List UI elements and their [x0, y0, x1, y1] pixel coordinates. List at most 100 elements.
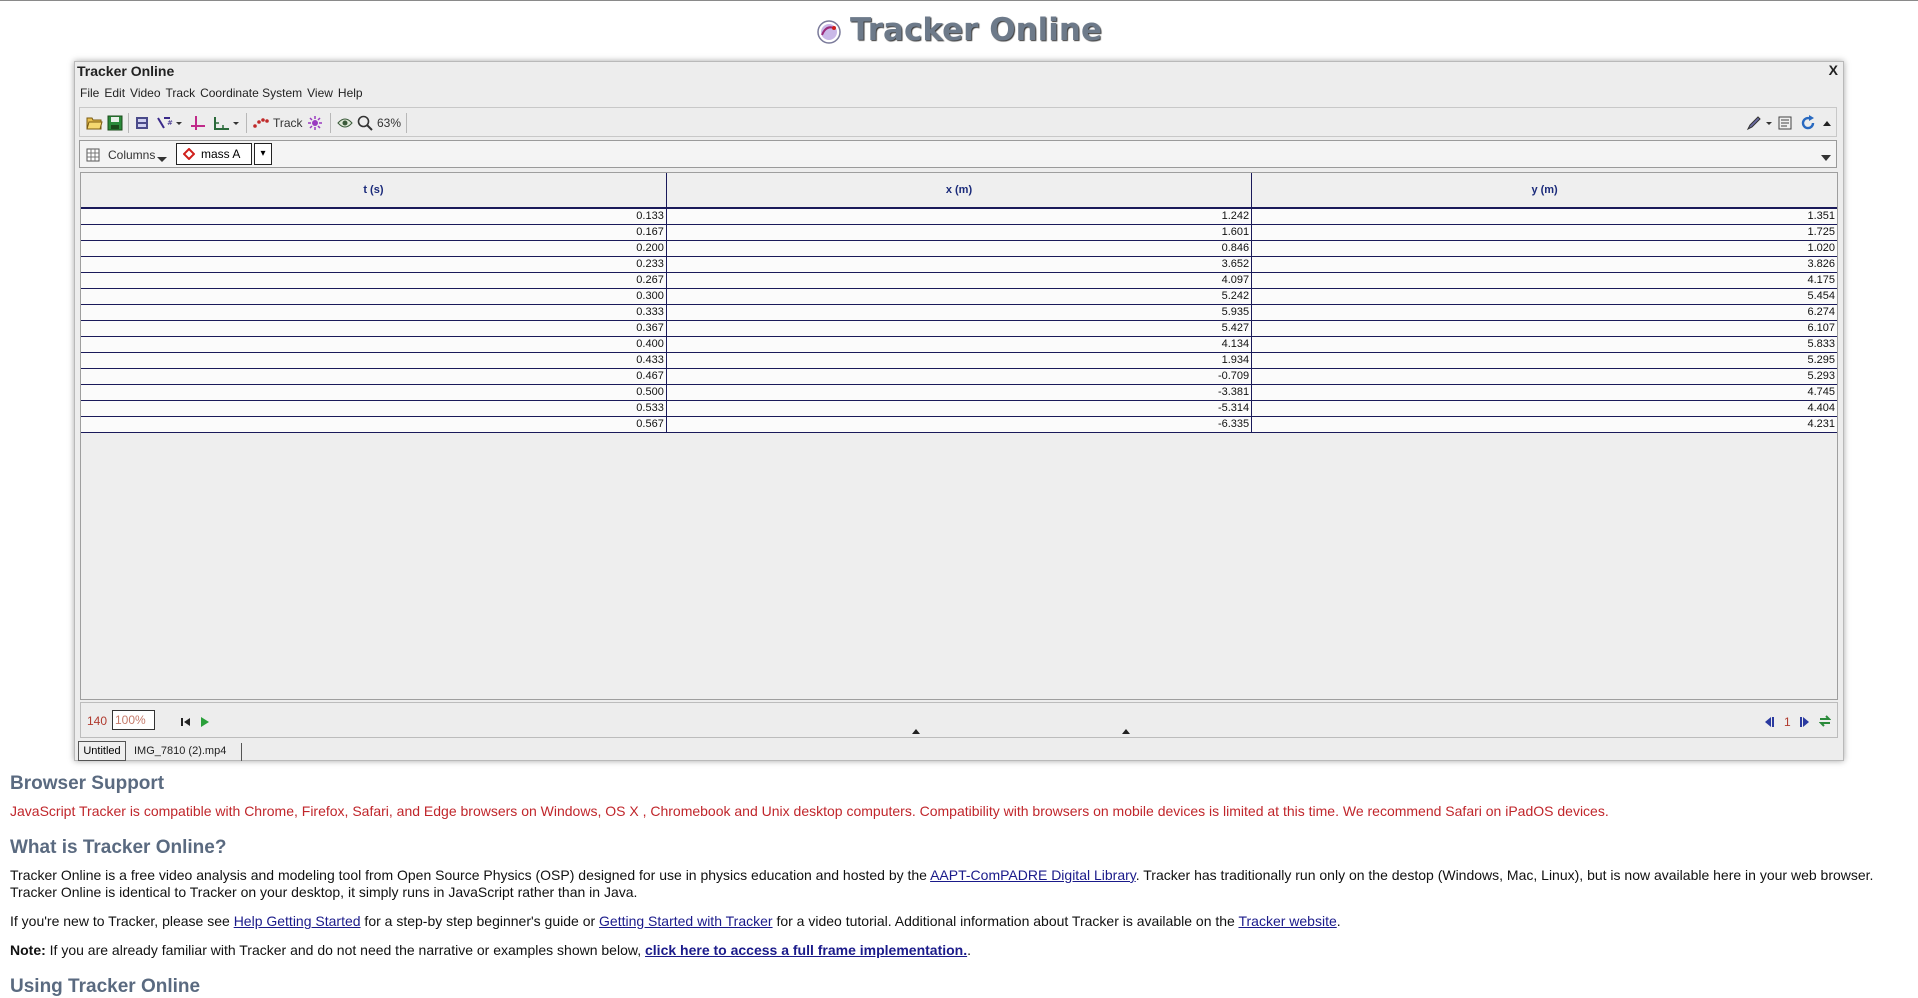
table-row[interactable]: 0.300 5.242 5.454 — [81, 288, 1837, 305]
cell-t[interactable]: 0.300 — [81, 288, 667, 305]
table-row[interactable]: 0.200 0.846 1.020 — [81, 240, 1837, 257]
toolbar-collapse-icon[interactable] — [1822, 114, 1832, 131]
autotracker-icon[interactable] — [307, 114, 323, 131]
cell-y[interactable]: 4.745 — [1251, 384, 1837, 401]
cell-t[interactable]: 0.133 — [81, 208, 667, 225]
cell-y[interactable]: 1.725 — [1251, 224, 1837, 241]
notes-icon[interactable] — [1778, 114, 1792, 131]
cell-x[interactable]: 4.097 — [666, 272, 1253, 289]
slider-start-marker[interactable] — [912, 729, 920, 734]
table-row[interactable]: 0.567 -6.335 4.231 — [81, 416, 1837, 433]
cell-x[interactable]: 5.935 — [666, 304, 1253, 321]
cell-t[interactable]: 0.433 — [81, 352, 667, 369]
cell-y[interactable]: 5.454 — [1251, 288, 1837, 305]
cell-t[interactable]: 0.467 — [81, 368, 667, 385]
menu-view[interactable]: View — [307, 86, 333, 100]
step-back-icon[interactable] — [1764, 713, 1774, 730]
cell-y[interactable]: 4.231 — [1251, 416, 1837, 433]
cell-y[interactable]: 6.107 — [1251, 320, 1837, 337]
measuring-tools-icon[interactable] — [212, 114, 240, 131]
cell-y[interactable]: 6.274 — [1251, 304, 1837, 321]
cell-x[interactable]: 0.846 — [666, 240, 1253, 257]
cell-x[interactable]: -0.709 — [666, 368, 1253, 385]
video-clip-icon[interactable] — [135, 114, 149, 131]
loop-icon[interactable] — [1819, 712, 1831, 729]
cell-x[interactable]: -6.335 — [666, 416, 1253, 433]
menu-edit[interactable]: Edit — [104, 86, 125, 100]
column-header-x[interactable]: x (m) — [666, 173, 1253, 209]
cell-y[interactable]: 4.404 — [1251, 400, 1837, 417]
cell-y[interactable]: 1.020 — [1251, 240, 1837, 257]
open-folder-icon[interactable] — [86, 114, 103, 131]
cell-t[interactable]: 0.233 — [81, 256, 667, 273]
cell-x[interactable]: 5.427 — [666, 320, 1253, 337]
zoom-button[interactable]: 63% — [357, 114, 401, 131]
cell-t[interactable]: 0.167 — [81, 224, 667, 241]
table-row[interactable]: 0.233 3.652 3.826 — [81, 256, 1837, 273]
menu-track[interactable]: Track — [166, 86, 196, 100]
cell-x[interactable]: -5.314 — [666, 400, 1253, 417]
calibration-tool-icon[interactable]: # — [156, 114, 182, 131]
playback-rate-input[interactable] — [112, 710, 155, 730]
full-frame-link[interactable]: click here to access a full frame implem… — [645, 942, 967, 958]
cell-t[interactable]: 0.200 — [81, 240, 667, 257]
play-icon[interactable] — [200, 713, 210, 730]
window-close-button[interactable]: X — [1829, 62, 1838, 78]
cell-t[interactable]: 0.400 — [81, 336, 667, 353]
pencil-icon[interactable] — [1746, 114, 1772, 131]
tab-untitled[interactable]: Untitled — [78, 741, 126, 761]
cell-x[interactable]: 3.652 — [666, 256, 1253, 273]
track-dropdown-button[interactable]: ▾ — [254, 143, 272, 165]
chevron-down-icon[interactable] — [1821, 149, 1831, 166]
cell-y[interactable]: 5.293 — [1251, 368, 1837, 385]
cell-x[interactable]: 1.601 — [666, 224, 1253, 241]
cell-t[interactable]: 0.333 — [81, 304, 667, 321]
cell-y[interactable]: 1.351 — [1251, 208, 1837, 225]
help-getting-started-link[interactable]: Help Getting Started — [234, 913, 361, 929]
step-forward-icon[interactable] — [1800, 713, 1810, 730]
cell-y[interactable]: 5.295 — [1251, 352, 1837, 369]
getting-started-video-link[interactable]: Getting Started with Tracker — [599, 913, 773, 929]
cell-y[interactable]: 3.826 — [1251, 256, 1837, 273]
cell-t[interactable]: 0.500 — [81, 384, 667, 401]
cell-x[interactable]: 4.134 — [666, 336, 1253, 353]
tracker-website-link[interactable]: Tracker website — [1238, 913, 1336, 929]
table-row[interactable]: 0.367 5.427 6.107 — [81, 320, 1837, 337]
table-row[interactable]: 0.133 1.242 1.351 — [81, 208, 1837, 225]
menu-coordinate-system[interactable]: Coordinate System — [200, 86, 302, 100]
eye-icon[interactable] — [337, 114, 353, 131]
table-row[interactable]: 0.467 -0.709 5.293 — [81, 368, 1837, 385]
menu-file[interactable]: File — [80, 86, 99, 100]
table-row[interactable]: 0.267 4.097 4.175 — [81, 272, 1837, 289]
cell-x[interactable]: 1.934 — [666, 352, 1253, 369]
table-row[interactable]: 0.167 1.601 1.725 — [81, 224, 1837, 241]
track-selector[interactable]: mass A — [176, 143, 252, 165]
refresh-icon[interactable] — [1800, 114, 1816, 131]
axes-icon[interactable] — [190, 114, 206, 131]
cell-t[interactable]: 0.267 — [81, 272, 667, 289]
reset-icon[interactable] — [181, 713, 191, 730]
cell-x[interactable]: 1.242 — [666, 208, 1253, 225]
table-row[interactable]: 0.400 4.134 5.833 — [81, 336, 1837, 353]
step-size[interactable]: 1 — [1784, 713, 1791, 730]
track-button[interactable]: Track — [253, 114, 303, 131]
table-row[interactable]: 0.333 5.935 6.274 — [81, 304, 1837, 321]
menu-video[interactable]: Video — [130, 86, 160, 100]
column-header-y[interactable]: y (m) — [1251, 173, 1837, 209]
save-icon[interactable] — [107, 114, 123, 131]
table-row[interactable]: 0.433 1.934 5.295 — [81, 352, 1837, 369]
cell-y[interactable]: 4.175 — [1251, 272, 1837, 289]
cell-x[interactable]: 5.242 — [666, 288, 1253, 305]
column-header-t[interactable]: t (s) — [81, 173, 667, 209]
slider-end-marker[interactable] — [1122, 729, 1130, 734]
menu-help[interactable]: Help — [338, 86, 363, 100]
cell-t[interactable]: 0.567 — [81, 416, 667, 433]
cell-t[interactable]: 0.367 — [81, 320, 667, 337]
tab-video-file[interactable]: IMG_7810 (2).mp4 — [130, 743, 242, 761]
table-row[interactable]: 0.500 -3.381 4.745 — [81, 384, 1837, 401]
cell-y[interactable]: 5.833 — [1251, 336, 1837, 353]
cell-t[interactable]: 0.533 — [81, 400, 667, 417]
compadre-link[interactable]: AAPT-ComPADRE Digital Library — [930, 867, 1136, 883]
cell-x[interactable]: -3.381 — [666, 384, 1253, 401]
table-row[interactable]: 0.533 -5.314 4.404 — [81, 400, 1837, 417]
